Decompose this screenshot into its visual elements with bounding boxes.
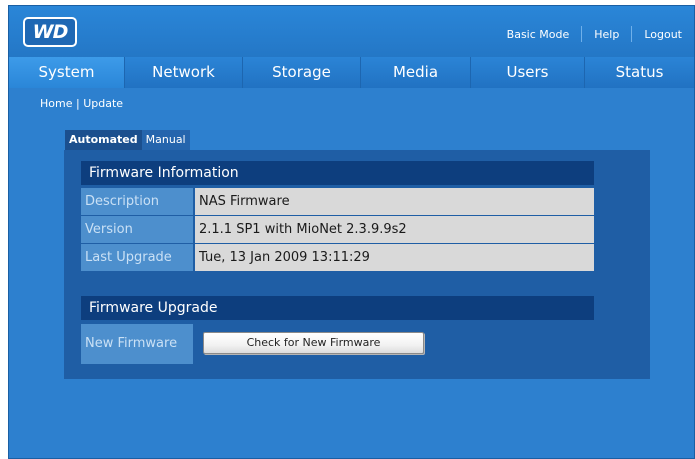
main-nav: System Network Storage Media Users Statu… <box>9 57 694 88</box>
header-bar: WD Basic Mode Help Logout <box>9 6 694 57</box>
version-label: Version <box>81 216 195 243</box>
last-upgrade-label: Last Upgrade <box>81 244 195 271</box>
version-value: 2.1.1 SP1 with MioNet 2.3.9.9s2 <box>195 216 594 243</box>
breadcrumb-separator: | <box>75 97 80 110</box>
help-link[interactable]: Help <box>582 28 631 41</box>
tab-manual[interactable]: Manual <box>141 130 190 150</box>
breadcrumb: Home | Update <box>40 97 123 110</box>
tab-network[interactable]: Network <box>125 57 243 88</box>
firmware-information-header: Firmware Information <box>81 161 594 185</box>
basic-mode-link[interactable]: Basic Mode <box>495 28 582 41</box>
update-panel: Firmware Information Description NAS Fir… <box>64 150 650 379</box>
tab-automated[interactable]: Automated <box>65 130 142 150</box>
top-links: Basic Mode Help Logout <box>495 26 694 42</box>
breadcrumb-home[interactable]: Home <box>40 97 72 110</box>
firmware-upgrade-header: Firmware Upgrade <box>81 296 594 320</box>
tab-media[interactable]: Media <box>361 57 471 88</box>
description-value: NAS Firmware <box>195 188 594 215</box>
tab-status[interactable]: Status <box>585 57 694 88</box>
tab-users[interactable]: Users <box>471 57 585 88</box>
description-label: Description <box>81 188 195 215</box>
new-firmware-label: New Firmware <box>81 324 195 364</box>
breadcrumb-current[interactable]: Update <box>83 97 123 110</box>
tab-system[interactable]: System <box>9 57 125 88</box>
update-mode-tabs: Automated Manual <box>65 130 190 150</box>
check-new-firmware-button[interactable]: Check for New Firmware <box>203 332 424 354</box>
button-cell: Check for New Firmware <box>195 324 594 364</box>
logout-link[interactable]: Logout <box>632 28 694 41</box>
version-row: Version 2.1.1 SP1 with MioNet 2.3.9.9s2 <box>81 216 594 243</box>
new-firmware-row: New Firmware Check for New Firmware <box>81 324 594 364</box>
app-window: WD Basic Mode Help Logout System Network… <box>8 5 695 459</box>
wd-logo: WD <box>23 17 77 47</box>
tab-storage[interactable]: Storage <box>243 57 361 88</box>
description-row: Description NAS Firmware <box>81 188 594 215</box>
last-upgrade-row: Last Upgrade Tue, 13 Jan 2009 13:11:29 <box>81 244 594 271</box>
last-upgrade-value: Tue, 13 Jan 2009 13:11:29 <box>195 244 594 271</box>
